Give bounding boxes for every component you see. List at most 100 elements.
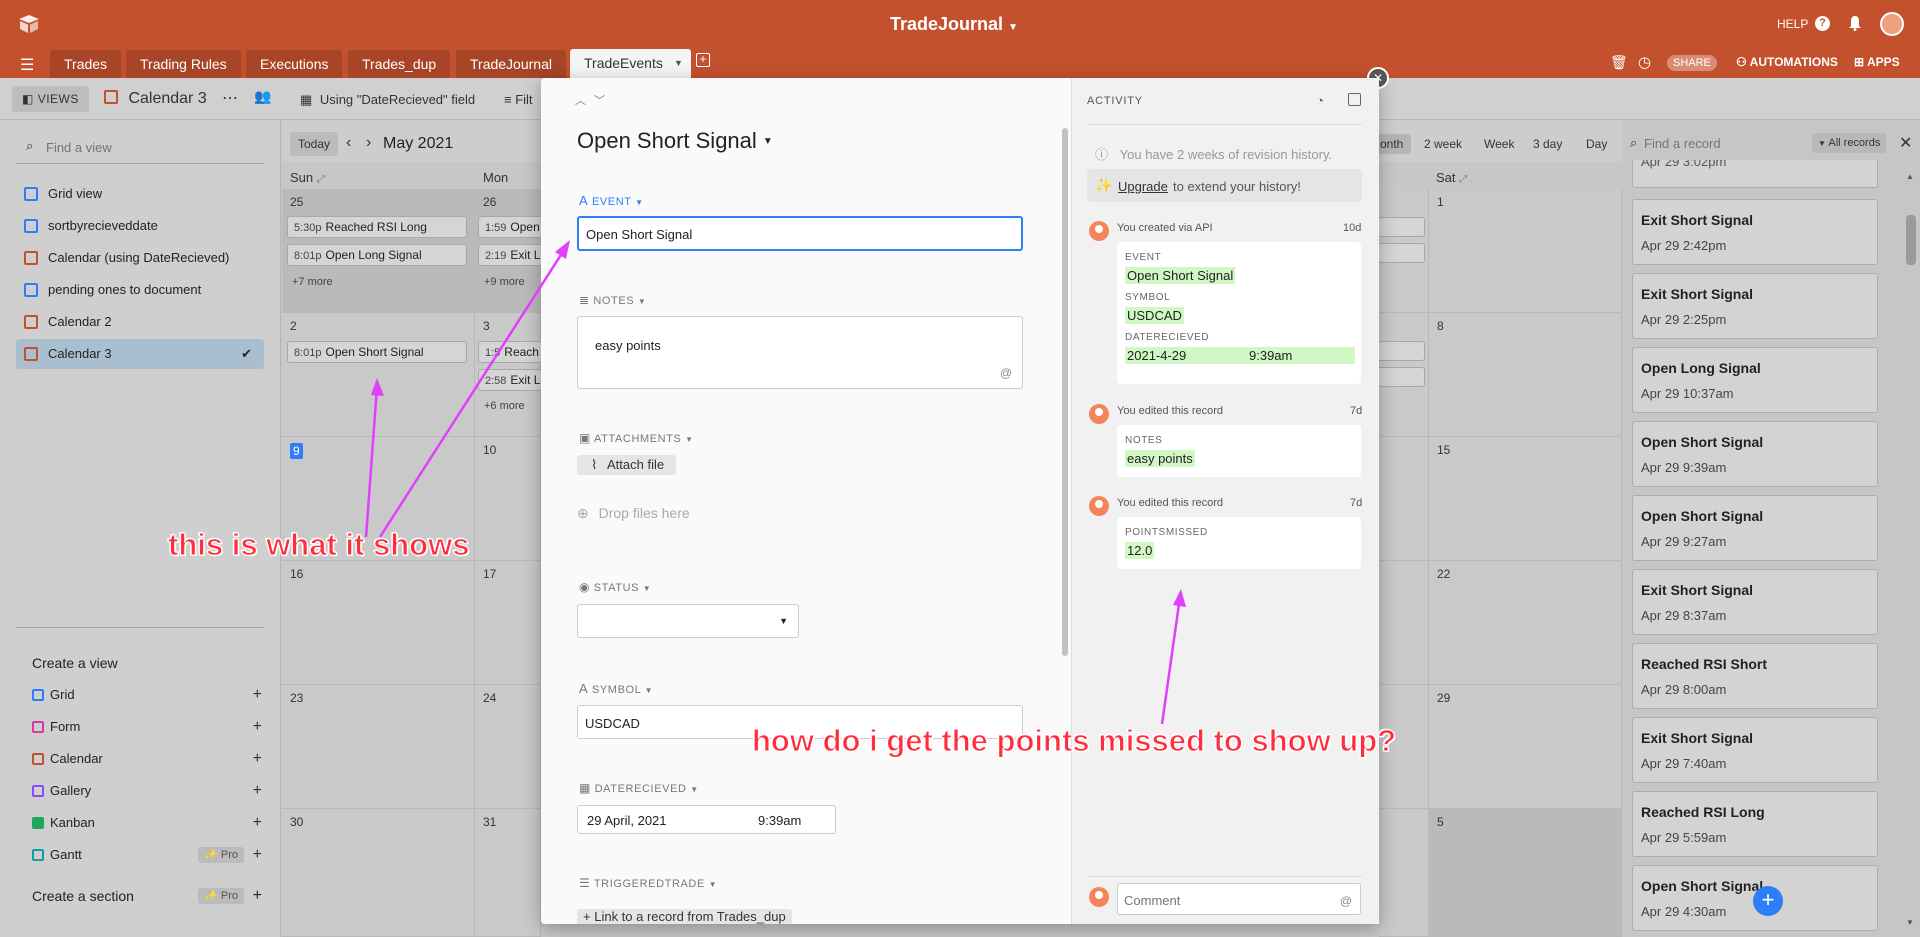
tab-tradeevents[interactable]: TradeEvents ▼: [570, 49, 691, 78]
tab-trades[interactable]: Trades: [50, 50, 122, 78]
view-search-input[interactable]: [46, 136, 246, 158]
sidebar-item-calendar-daterecieved[interactable]: Calendar (using DateRecieved): [16, 243, 264, 273]
day-cell[interactable]: 15: [1429, 437, 1622, 561]
mode-2-week-button[interactable]: 2 week: [1424, 137, 1462, 151]
record-card[interactable]: Open Short Signal Apr 29 9:27am: [1632, 495, 1878, 561]
menu-icon[interactable]: ☰: [20, 55, 34, 75]
record-title[interactable]: Open Short Signal ▼: [577, 128, 773, 154]
help-icon[interactable]: ?: [1815, 16, 1830, 31]
more-events-link[interactable]: +9 more: [484, 276, 525, 288]
add-table-icon[interactable]: +: [696, 53, 710, 67]
calendar-event[interactable]: 8:01p Open Long Signal: [287, 244, 467, 266]
bell-icon[interactable]: [1848, 15, 1862, 31]
create-section-button[interactable]: Create a section ✨ Pro +: [32, 887, 262, 908]
comment-input[interactable]: [1124, 890, 1324, 910]
mode-week-button[interactable]: Week: [1484, 137, 1514, 151]
event-pill-partial[interactable]: [1379, 217, 1425, 237]
calendar-event[interactable]: 2:19Exit Lo: [478, 244, 541, 266]
date-field[interactable]: 29 April, 2021 9:39am: [577, 805, 836, 834]
calendar-event[interactable]: 1:5 Reach: [478, 341, 541, 363]
create-gallery-button[interactable]: Gallery +: [32, 776, 262, 806]
notes-field-label[interactable]: ≣ NOTES ▼: [579, 293, 646, 307]
modal-scrollbar[interactable]: [1062, 128, 1068, 656]
prev-record-icon[interactable]: ︿: [575, 92, 586, 108]
event-field-label[interactable]: A EVENT ▼: [579, 193, 644, 208]
scroll-up-icon[interactable]: ▲: [1906, 172, 1914, 181]
mode-3-day-button[interactable]: 3 day: [1533, 137, 1562, 151]
base-title[interactable]: TradeJournal ▼: [890, 14, 1018, 35]
sidebar-item-sortbyrecieveddate[interactable]: sortbyrecieveddate: [16, 211, 264, 241]
scroll-down-icon[interactable]: ▼: [1906, 918, 1914, 927]
share-button[interactable]: SHARE: [1667, 55, 1717, 71]
record-card[interactable]: Exit Short Signal Apr 29 8:37am: [1632, 569, 1878, 635]
notes-field[interactable]: easy points @: [577, 316, 1023, 389]
day-cell[interactable]: 2: [282, 313, 475, 437]
day-cell[interactable]: 16: [282, 561, 475, 685]
next-record-icon[interactable]: ﹀: [594, 92, 605, 108]
date-field-label[interactable]: ▦ DATERECIEVED ▼: [579, 781, 699, 795]
record-card[interactable]: Exit Short Signal Apr 29 2:25pm: [1632, 273, 1878, 339]
chevron-left-icon[interactable]: ‹: [346, 134, 351, 152]
filter-button[interactable]: ≡ Filt: [504, 92, 533, 107]
day-cell[interactable]: 5: [1429, 809, 1622, 937]
attachments-field-label[interactable]: ▣ ATTACHMENTS ▼: [579, 431, 694, 445]
view-switcher[interactable]: Calendar 3: [104, 90, 207, 108]
day-cell[interactable]: 8: [1429, 313, 1622, 437]
date-field-button[interactable]: ▦ Using "DateRecieved" field: [300, 92, 475, 108]
link-record-button[interactable]: + Link to a record from Trades_dup: [577, 909, 792, 924]
day-cell[interactable]: 10: [475, 437, 541, 561]
tab-tradejournal[interactable]: TradeJournal: [456, 50, 566, 78]
today-button[interactable]: Today: [290, 132, 339, 156]
record-card[interactable]: Open Long Signal Apr 29 10:37am: [1632, 347, 1878, 413]
help-link[interactable]: HELP: [1777, 17, 1808, 31]
view-search[interactable]: ⌕: [16, 132, 264, 164]
event-pill-partial[interactable]: [1379, 243, 1425, 263]
record-filter-dropdown[interactable]: ▼ All records: [1812, 133, 1887, 153]
sidebar-item-calendar-3[interactable]: Calendar 3 ✔: [16, 339, 264, 369]
tab-trading-rules[interactable]: Trading Rules: [126, 50, 241, 78]
chevron-right-icon[interactable]: ›: [366, 134, 371, 152]
base-logo-icon[interactable]: [18, 14, 40, 34]
views-toggle-button[interactable]: ◧ VIEWS: [12, 86, 89, 112]
upgrade-link[interactable]: Upgrade: [1118, 179, 1168, 194]
attach-file-button[interactable]: ⌇ Attach file: [577, 455, 677, 475]
event-field[interactable]: Open Short Signal: [577, 216, 1023, 251]
collapse-panel-icon[interactable]: [1348, 93, 1361, 106]
more-options-icon[interactable]: ⋯: [222, 88, 238, 108]
day-cell[interactable]: 24: [475, 685, 541, 809]
day-cell[interactable]: [1379, 809, 1429, 937]
day-cell[interactable]: 29: [1429, 685, 1622, 809]
history-icon[interactable]: ◷: [1638, 53, 1651, 71]
comment-box[interactable]: @: [1117, 883, 1361, 915]
day-cell[interactable]: 23: [282, 685, 475, 809]
calendar-event[interactable]: 8:01p Open Short Signal: [287, 341, 467, 363]
record-card-partial[interactable]: Apr 29 3:02pm: [1632, 160, 1878, 188]
record-card[interactable]: Exit Short Signal Apr 29 7:40am: [1632, 717, 1878, 783]
day-cell[interactable]: 30: [282, 809, 475, 937]
sidebar-item-pending[interactable]: pending ones to document: [16, 275, 264, 305]
collaborators-icon[interactable]: 👥: [254, 88, 271, 105]
drop-zone[interactable]: ⊕ Drop files here: [577, 505, 690, 522]
record-card[interactable]: Reached RSI Long Apr 29 5:59am: [1632, 791, 1878, 857]
more-events-link[interactable]: +6 more: [484, 400, 525, 412]
day-cell[interactable]: 17: [475, 561, 541, 685]
add-record-button[interactable]: +: [1753, 886, 1783, 916]
tab-trades-dup[interactable]: Trades_dup: [348, 50, 451, 78]
day-cell[interactable]: 1: [1429, 189, 1622, 313]
scrollbar[interactable]: [1906, 215, 1916, 265]
day-cell[interactable]: [1379, 561, 1429, 685]
apps-button[interactable]: ⊞ APPS: [1854, 55, 1900, 69]
create-gantt-button[interactable]: Gantt ✨ Pro +: [32, 840, 262, 870]
symbol-field-label[interactable]: A SYMBOL ▼: [579, 681, 653, 696]
create-calendar-button[interactable]: Calendar +: [32, 744, 262, 774]
record-card[interactable]: Open Short Signal Apr 29 9:39am: [1632, 421, 1878, 487]
create-grid-button[interactable]: Grid +: [32, 680, 262, 710]
event-pill-partial[interactable]: [1379, 367, 1425, 387]
triggeredtrade-field-label[interactable]: ☰ TRIGGEREDTRADE ▼: [579, 876, 717, 890]
tab-executions[interactable]: Executions: [246, 50, 343, 78]
day-cell[interactable]: 31: [475, 809, 541, 937]
automations-button[interactable]: ⚇ AUTOMATIONS: [1736, 55, 1838, 69]
create-form-button[interactable]: Form +: [32, 712, 262, 742]
sidebar-item-calendar-2[interactable]: Calendar 2: [16, 307, 264, 337]
calendar-event[interactable]: 5:30p Reached RSI Long: [287, 216, 467, 238]
